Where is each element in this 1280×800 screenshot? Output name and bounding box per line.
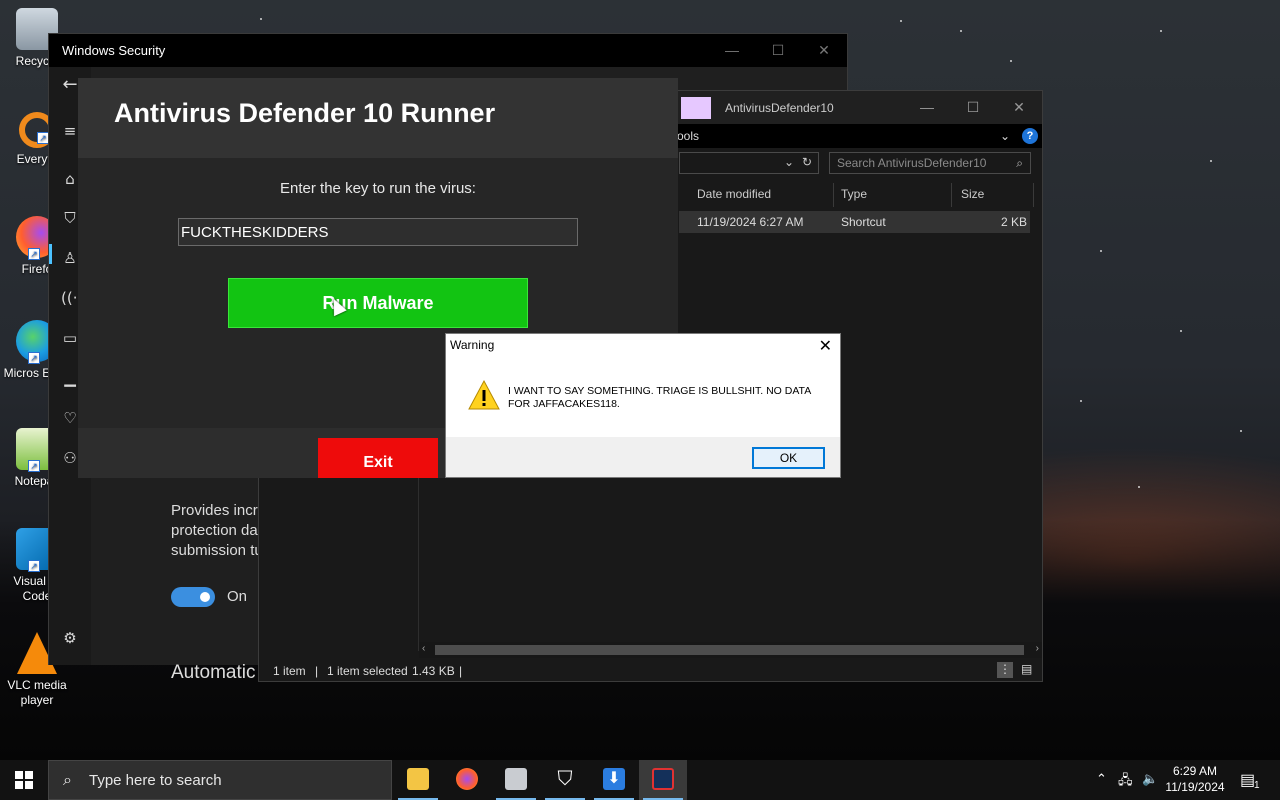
clock-time: 6:29 AM — [1172, 764, 1218, 778]
volume-muted-icon[interactable]: 🔈 — [1142, 771, 1158, 800]
clock-date: 11/19/2024 — [1165, 780, 1225, 794]
scroll-right-icon[interactable]: › — [1036, 643, 1039, 654]
health-icon[interactable]: ♡ — [61, 409, 79, 427]
horizontal-scrollbar[interactable]: ‹ › — [419, 642, 1042, 658]
search-input[interactable]: Search AntivirusDefender10 ⌕ — [829, 152, 1031, 174]
file-explorer-icon — [407, 768, 429, 790]
maximize-button[interactable]: ☐ — [755, 42, 801, 59]
folder-icon — [681, 96, 711, 119]
taskbar-search[interactable]: ⌕ Type here to search — [48, 760, 392, 800]
status-divider: | — [315, 664, 319, 678]
network-icon[interactable]: ((·)) — [61, 289, 89, 307]
ribbon-tab-tools[interactable]: ools — [677, 129, 699, 143]
taskbar-app-defender[interactable] — [639, 760, 687, 800]
shield-icon: ⛉ — [557, 768, 573, 790]
app-header: Antivirus Defender 10 Runner — [78, 78, 678, 158]
address-bar[interactable]: ⌄ ↻ — [679, 152, 819, 174]
windows-logo-icon — [15, 771, 33, 789]
window-titlebar[interactable]: Windows Security — ☐ ✕ — [49, 34, 847, 67]
status-bar: 1 item | 1 item selected 1.43 KB | ⋮ ▤ — [259, 661, 1042, 681]
chevron-down-icon[interactable]: ⌄ — [784, 155, 794, 169]
column-header-size[interactable]: Size — [961, 187, 984, 201]
ok-button[interactable]: OK — [752, 447, 825, 469]
maximize-button[interactable]: ☐ — [950, 99, 996, 116]
taskbar-app-firefox[interactable] — [443, 760, 491, 800]
tiles-view-icon[interactable]: ▤ — [1021, 662, 1032, 676]
firefox-icon — [456, 768, 478, 790]
family-icon[interactable]: ⚇ — [61, 449, 79, 467]
dialog-button-area: OK — [446, 437, 840, 477]
minimize-button[interactable]: — — [709, 42, 755, 59]
defender-app-icon — [652, 768, 674, 790]
download-icon: ⬇ — [603, 768, 625, 790]
account-icon[interactable]: ♙ — [61, 249, 79, 267]
chevron-down-icon[interactable]: ⌄ — [1000, 129, 1010, 143]
device-security-icon[interactable]: ▁ — [61, 369, 79, 387]
status-divider: | — [459, 664, 463, 678]
help-icon[interactable]: ? — [1022, 128, 1038, 144]
cell-date: 11/19/2024 6:27 AM — [697, 215, 804, 229]
dialog-title: Warning — [450, 338, 495, 352]
network-icon[interactable]: 🖧 — [1118, 771, 1133, 800]
shortcut-arrow-icon: ↗ — [28, 560, 40, 572]
taskbar: ⌕ Type here to search ⛉ ⬇ ⌃ 🖧 🔈 6:29 AM … — [0, 760, 1280, 800]
chevron-up-icon[interactable]: ⌃ — [1096, 771, 1107, 800]
shortcut-arrow-icon: ↗ — [28, 460, 40, 472]
desktop-icon-label: VLC media player — [7, 678, 67, 707]
exit-button[interactable]: Exit — [318, 438, 438, 478]
toggle-state-label: On — [227, 588, 248, 605]
hamburger-menu-icon[interactable]: ≡ — [61, 122, 79, 140]
run-malware-button[interactable]: Run Malware — [228, 278, 528, 328]
cell-size: 2 KB — [1000, 215, 1027, 229]
close-button[interactable]: ✕ — [801, 42, 847, 59]
details-view-icon[interactable]: ⋮ — [997, 662, 1013, 678]
app-title: Antivirus Defender 10 Runner — [114, 98, 496, 128]
app-icon — [505, 768, 527, 790]
column-divider[interactable] — [833, 183, 834, 207]
key-input[interactable] — [178, 218, 578, 246]
refresh-icon[interactable]: ↻ — [802, 155, 812, 169]
column-header-type[interactable]: Type — [841, 187, 867, 201]
taskbar-app-generic[interactable] — [492, 760, 540, 800]
column-header-date[interactable]: Date modified — [697, 187, 771, 201]
table-row[interactable]: 11/19/2024 6:27 AM Shortcut 2 KB — [679, 211, 1030, 233]
search-icon: ⌕ — [1016, 156, 1023, 170]
status-selected: 1 item selected — [327, 664, 408, 678]
shortcut-arrow-icon: ↗ — [28, 248, 40, 260]
notification-center-icon[interactable]: ▤ — [1240, 770, 1255, 800]
minimize-button[interactable]: — — [904, 99, 950, 116]
taskbar-app-download[interactable]: ⬇ — [590, 760, 638, 800]
window-title: Windows Security — [62, 43, 166, 58]
home-icon[interactable]: ⌂ — [61, 170, 79, 188]
notification-badge: 1 — [1254, 780, 1260, 791]
status-item-count: 1 item — [273, 664, 306, 678]
shield-icon[interactable]: ⛉ — [61, 209, 79, 227]
column-divider[interactable] — [951, 183, 952, 207]
taskbar-app-security[interactable]: ⛉ — [541, 760, 589, 800]
search-placeholder: Search AntivirusDefender10 — [837, 156, 987, 170]
warning-icon — [468, 379, 500, 410]
settings-gear-icon[interactable]: ⚙ — [61, 629, 79, 647]
start-button[interactable] — [0, 760, 48, 800]
search-icon: ⌕ — [63, 770, 72, 789]
close-button[interactable]: ✕ — [996, 99, 1042, 116]
taskbar-clock[interactable]: 6:29 AM 11/19/2024 — [1160, 763, 1230, 795]
scrollbar-thumb[interactable] — [435, 645, 1024, 655]
selection-indicator — [49, 244, 52, 264]
taskbar-app-file-explorer[interactable] — [394, 760, 442, 800]
window-title: AntivirusDefender10 — [725, 100, 834, 115]
shortcut-arrow-icon: ↗ — [28, 352, 40, 364]
close-icon[interactable]: ✕ — [819, 336, 832, 356]
warning-dialog[interactable]: Warning ✕ I WANT TO SAY SOMETHING. TRIAG… — [445, 333, 841, 478]
back-arrow-icon[interactable]: ← — [61, 76, 79, 94]
column-divider[interactable] — [1033, 183, 1034, 207]
app-browser-icon[interactable]: ▭ — [61, 329, 79, 347]
cell-type: Shortcut — [841, 215, 886, 229]
cloud-protection-toggle[interactable] — [171, 587, 215, 607]
status-size: 1.43 KB — [412, 664, 455, 678]
dialog-message: I WANT TO SAY SOMETHING. TRIAGE IS BULLS… — [508, 385, 811, 410]
search-placeholder: Type here to search — [89, 772, 222, 789]
scroll-left-icon[interactable]: ‹ — [422, 643, 425, 654]
key-prompt-label: Enter the key to run the virus: — [280, 180, 476, 197]
